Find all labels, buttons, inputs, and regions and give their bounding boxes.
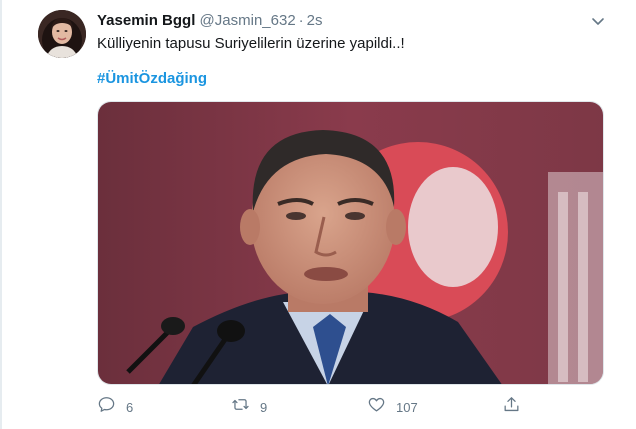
author-name[interactable]: Yasemin Bggl [97, 12, 195, 29]
tweet-actions: 6 9 107 [97, 396, 527, 418]
reply-button[interactable]: 6 [97, 396, 133, 418]
share-icon [502, 395, 521, 419]
retweet-icon [231, 395, 250, 419]
share-button[interactable] [502, 396, 521, 418]
reply-count: 6 [126, 399, 134, 415]
separator-dot: · [298, 12, 304, 29]
tweet-text: Külliyenin tapusu Suriyelilerin üzerine … [97, 35, 405, 52]
like-button[interactable]: 107 [367, 396, 418, 418]
retweet-button[interactable]: 9 [231, 396, 267, 418]
tweet-timestamp[interactable]: 2s [307, 12, 323, 29]
chevron-down-icon[interactable] [589, 12, 607, 30]
avatar[interactable] [38, 10, 86, 58]
author-handle[interactable]: @Jasmin_632 [200, 12, 296, 29]
like-count: 107 [396, 399, 418, 415]
tweet-header: Yasemin Bggl @Jasmin_632 · 2s [97, 12, 323, 32]
retweet-count: 9 [260, 399, 268, 415]
tweet-photo[interactable] [97, 101, 604, 385]
heart-icon [367, 395, 386, 419]
timeline-divider [0, 0, 2, 429]
tweet-card[interactable]: Yasemin Bggl @Jasmin_632 · 2s Külliyenin t… [0, 0, 636, 429]
hashtag-link[interactable]: #ÜmitÖzdağing [97, 70, 207, 87]
reply-icon [97, 395, 116, 419]
